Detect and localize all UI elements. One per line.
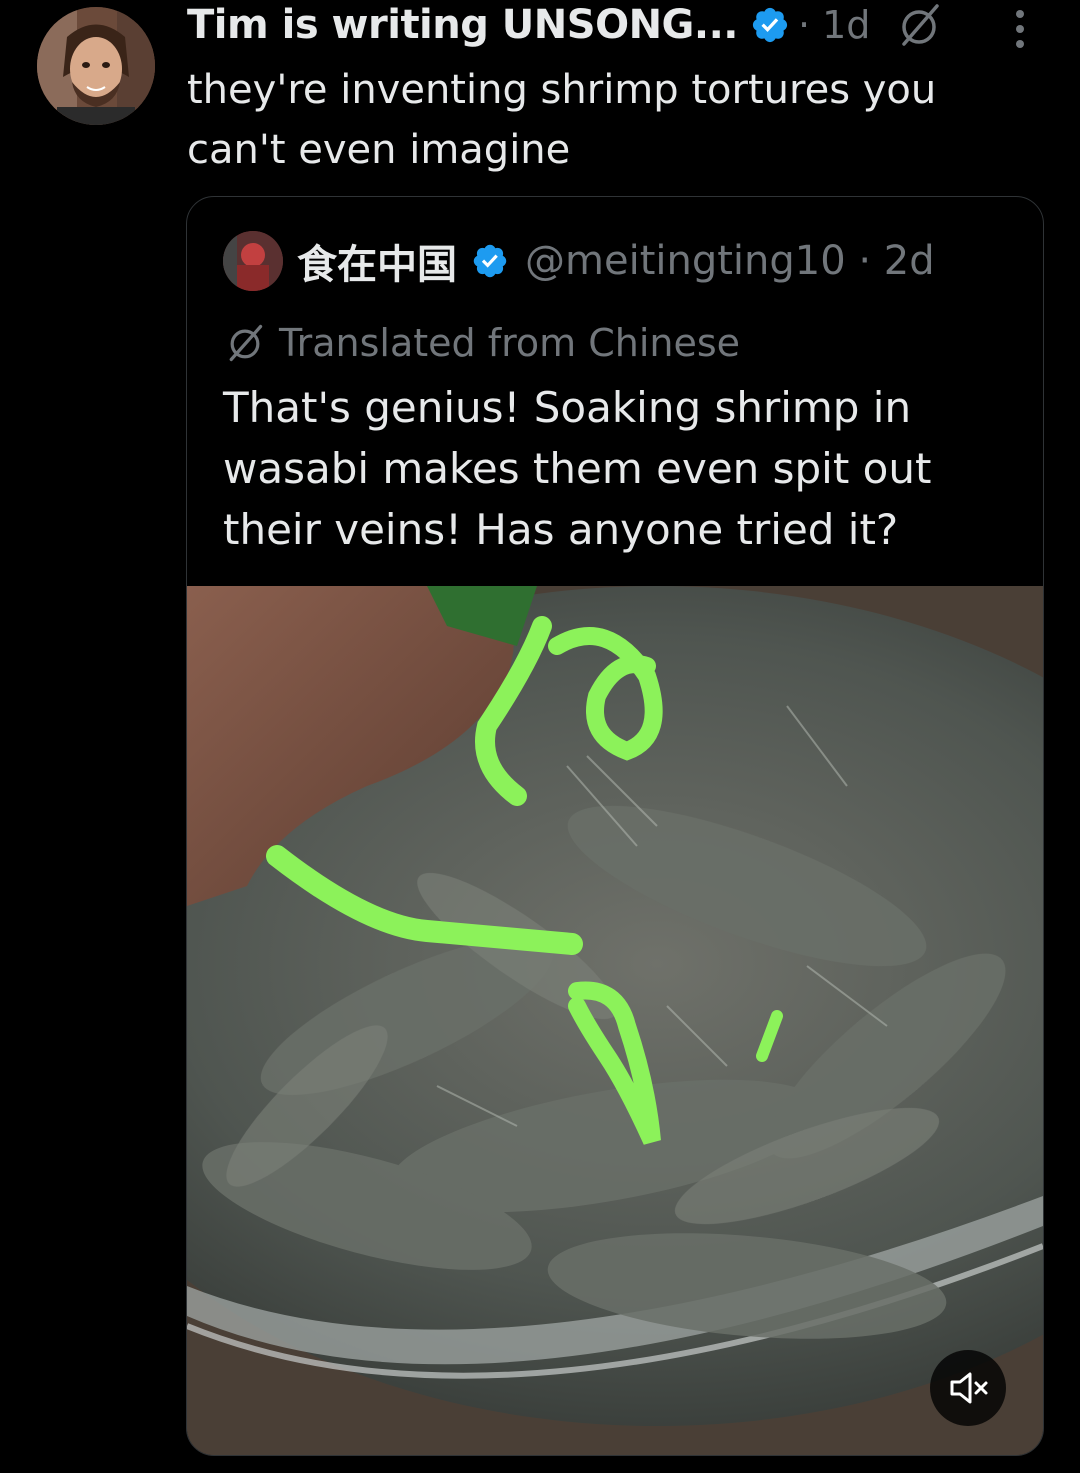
verified-badge-icon xyxy=(752,7,788,43)
translate-icon xyxy=(229,324,263,362)
quoted-tweet-text: That's genius! Soaking shrimp in wasabi … xyxy=(223,383,932,554)
quoted-tweet-header: 食在中国 @meitingting10 · 2d xyxy=(297,233,935,289)
quoted-author-name[interactable]: 食在中国 xyxy=(297,232,457,290)
tweet-text: they're inventing shrimp tortures you ca… xyxy=(187,67,937,173)
video-player[interactable] xyxy=(187,586,1043,1455)
quoted-author-avatar[interactable] xyxy=(223,231,283,291)
quoted-handle-and-time[interactable]: @meitingting10 · 2d xyxy=(525,238,935,284)
more-options-icon[interactable] xyxy=(1004,8,1036,50)
author-avatar[interactable] xyxy=(37,7,155,125)
muted-speaker-icon xyxy=(950,1372,988,1404)
translated-label: Translated from Chinese xyxy=(279,321,741,365)
verified-badge-icon xyxy=(473,244,507,278)
quoted-tweet-card[interactable]: 食在中国 @meitingting10 · 2d Translated from… xyxy=(186,196,1044,1456)
translation-notice[interactable]: Translated from Chinese xyxy=(223,315,740,371)
video-frame xyxy=(187,586,1043,1455)
translate-icon[interactable] xyxy=(895,2,943,50)
mute-toggle-button[interactable] xyxy=(930,1350,1006,1426)
tweet-header: Tim is writing UNSONG... · 1d xyxy=(187,0,870,50)
post-time[interactable]: · 1d xyxy=(798,3,870,47)
author-name[interactable]: Tim is writing UNSONG... xyxy=(187,2,738,48)
